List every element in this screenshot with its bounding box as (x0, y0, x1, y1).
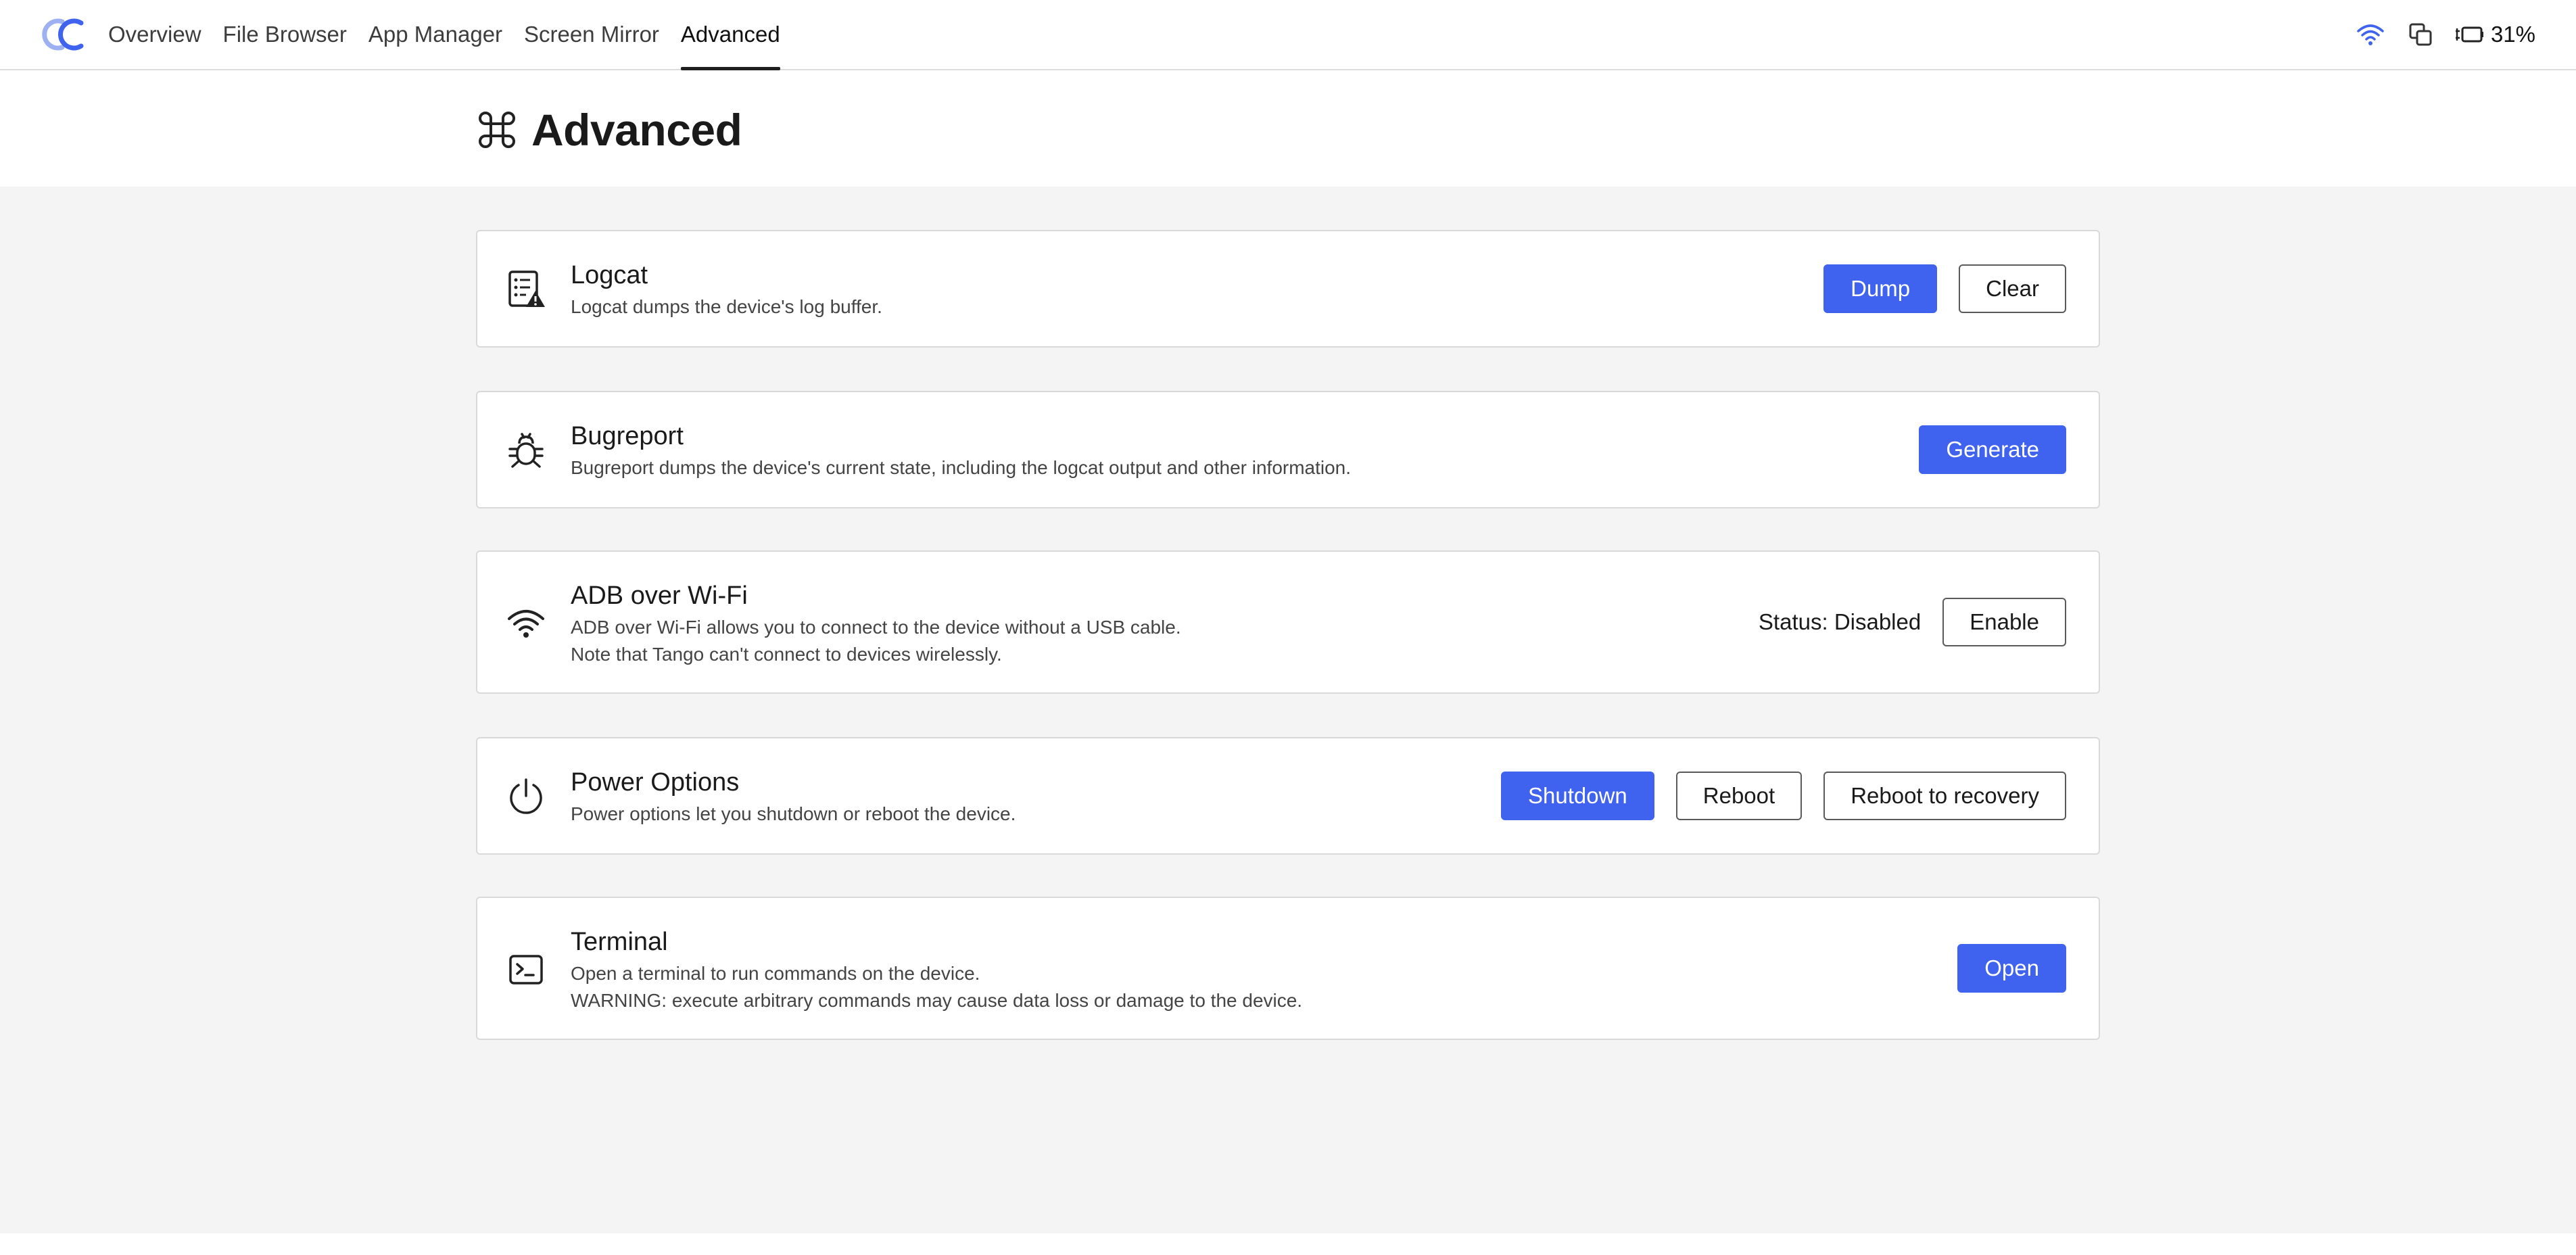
bottom-strip (0, 1233, 2576, 1255)
clear-button[interactable]: Clear (1959, 264, 2066, 313)
shutdown-button[interactable]: Shutdown (1500, 772, 1654, 820)
top-nav-bar: Overview File Browser App Manager Screen… (0, 0, 2576, 70)
terminal-title: Terminal (571, 928, 668, 956)
wifi-icon (506, 603, 546, 644)
open-terminal-button[interactable]: Open (1957, 944, 2066, 993)
tab-advanced[interactable]: Advanced (680, 0, 780, 70)
bugreport-card: Bugreport Bugreport dumps the device's c… (476, 391, 2100, 508)
command-icon (479, 112, 515, 148)
generate-button[interactable]: Generate (1919, 425, 2066, 474)
tab-file-browser[interactable]: File Browser (223, 0, 347, 69)
bugreport-title: Bugreport (571, 422, 684, 450)
bugreport-description: Bugreport dumps the device's current sta… (571, 457, 1352, 478)
page-title: Advanced (531, 105, 742, 155)
adb-wifi-note: Note that Tango can't connect to devices… (571, 644, 1002, 665)
log-warning-icon (506, 269, 546, 310)
terminal-icon (506, 949, 546, 990)
enable-button[interactable]: Enable (1942, 598, 2066, 646)
tab-overview[interactable]: Overview (108, 0, 201, 69)
power-icon (506, 776, 546, 817)
logcat-title: Logcat (571, 261, 648, 289)
logcat-card: Logcat Logcat dumps the device's log buf… (476, 230, 2100, 348)
main-nav-tabs: Overview File Browser App Manager Screen… (108, 0, 802, 70)
copy-icon[interactable] (2406, 20, 2435, 49)
bug-icon (506, 430, 546, 471)
battery-percent: 31% (2490, 22, 2535, 47)
power-options-description: Power options let you shutdown or reboot… (571, 803, 1016, 824)
terminal-warning: WARNING: execute arbitrary commands may … (571, 990, 1303, 1011)
adb-wifi-card: ADB over Wi-Fi ADB over Wi-Fi allows you… (476, 550, 2100, 694)
reboot-button[interactable]: Reboot (1675, 772, 1803, 820)
wifi-icon[interactable] (2356, 20, 2385, 49)
app-logo-icon[interactable] (42, 18, 87, 51)
adb-wifi-title: ADB over Wi-Fi (571, 582, 748, 610)
tab-app-manager[interactable]: App Manager (368, 0, 502, 69)
page-header: Advanced (0, 70, 2576, 187)
device-status-area: 31% (2356, 0, 2535, 69)
adb-wifi-status: Status: Disabled (1758, 609, 1922, 634)
power-options-title: Power Options (571, 768, 740, 797)
battery-charging-icon (2455, 26, 2483, 43)
reboot-recovery-button[interactable]: Reboot to recovery (1823, 772, 2066, 820)
power-options-card: Power Options Power options let you shut… (476, 737, 2100, 855)
battery-status: 31% (2455, 22, 2535, 47)
dump-button[interactable]: Dump (1823, 264, 1938, 313)
tab-screen-mirror[interactable]: Screen Mirror (524, 0, 659, 69)
logcat-description: Logcat dumps the device's log buffer. (571, 296, 882, 317)
terminal-card: Terminal Open a terminal to run commands… (476, 897, 2100, 1040)
terminal-description: Open a terminal to run commands on the d… (571, 963, 980, 984)
adb-wifi-description: ADB over Wi-Fi allows you to connect to … (571, 617, 1181, 638)
